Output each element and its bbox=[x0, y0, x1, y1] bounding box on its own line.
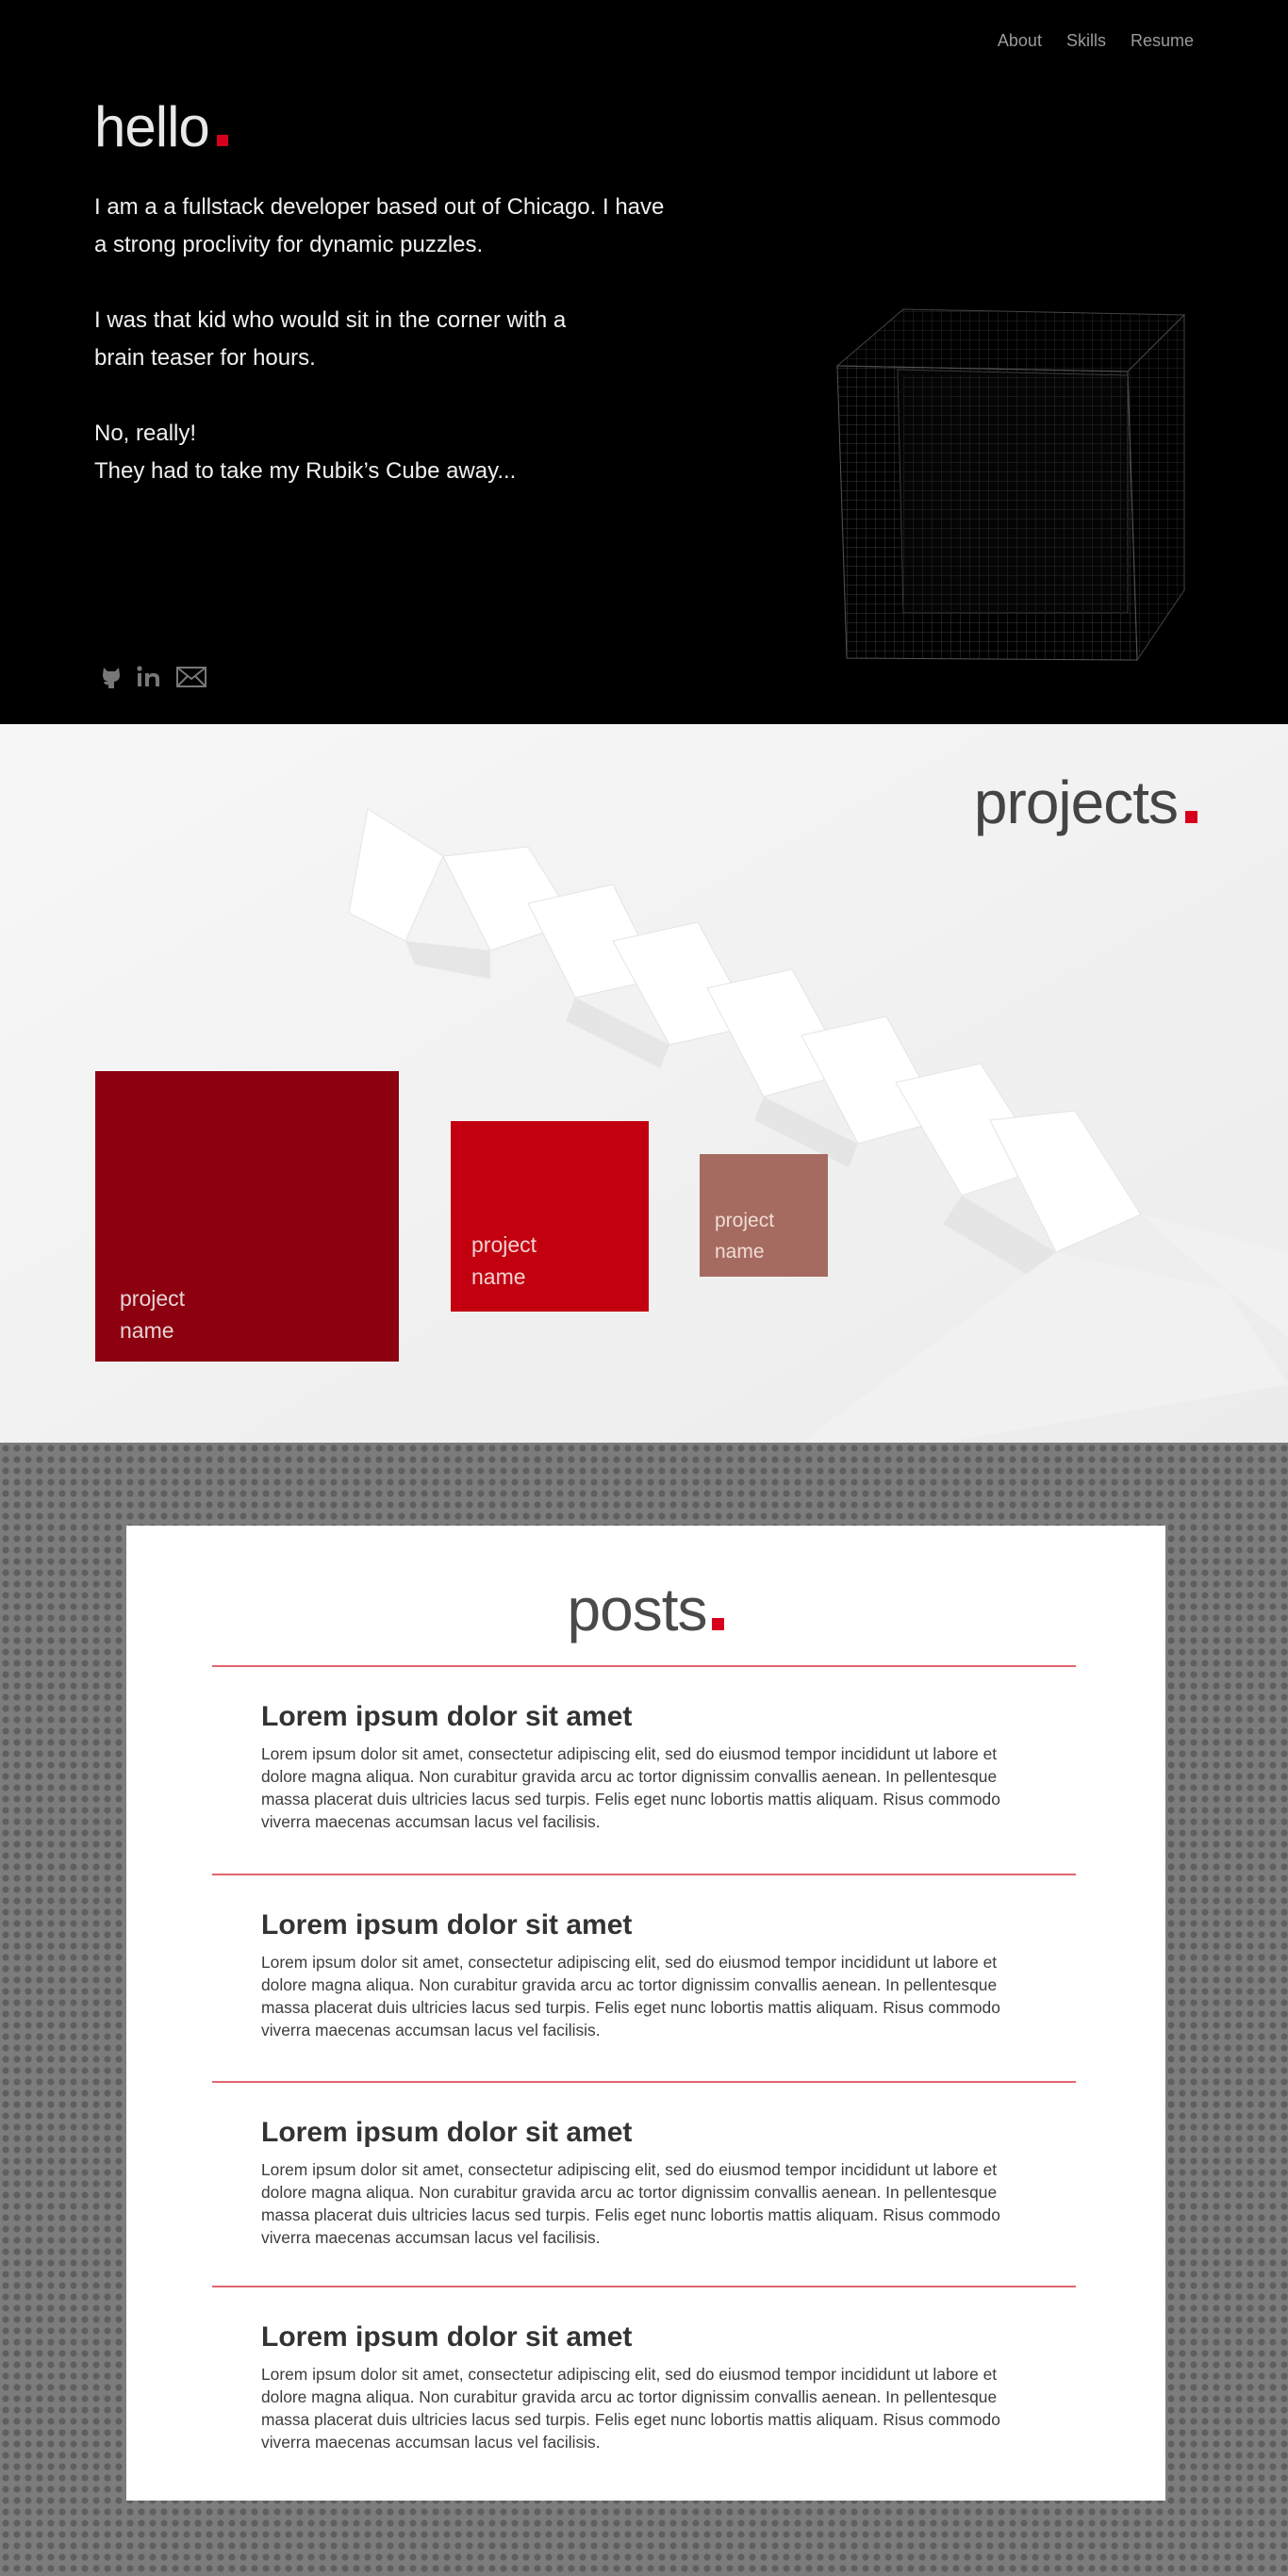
posts-title-text: posts bbox=[567, 1576, 708, 1643]
post-body: Lorem ipsum dolor sit amet, consectetur … bbox=[261, 2365, 1000, 2452]
post-item[interactable]: Lorem ipsum dolor sit amet Lorem ipsum d… bbox=[212, 1665, 1076, 1833]
project-card-medium[interactable]: project name bbox=[451, 1121, 649, 1312]
post-body: Lorem ipsum dolor sit amet, consectetur … bbox=[261, 2160, 1000, 2247]
projects-title-text: projects bbox=[973, 768, 1179, 836]
hero-intro: I am a a fullstack developer based out o… bbox=[94, 189, 717, 490]
project-card-label: project name bbox=[471, 1232, 537, 1289]
projects-title: projects bbox=[974, 768, 1197, 837]
post-item[interactable]: Lorem ipsum dolor sit amet Lorem ipsum d… bbox=[212, 2081, 1076, 2249]
hero-section: About Skills Resume hello I am a a fulls… bbox=[0, 0, 1288, 724]
nav-link-skills[interactable]: Skills bbox=[1066, 31, 1106, 51]
accent-dot bbox=[712, 1618, 725, 1630]
project-card-small[interactable]: project name bbox=[700, 1154, 828, 1277]
accent-dot bbox=[216, 135, 228, 146]
posts-section: posts Lorem ipsum dolor sit amet Lorem i… bbox=[0, 1443, 1288, 2576]
nav-link-about[interactable]: About bbox=[998, 31, 1042, 51]
nav-link-resume[interactable]: Resume bbox=[1131, 31, 1194, 51]
project-card-label: project name bbox=[120, 1286, 186, 1343]
projects-section: projects project name project name proje… bbox=[0, 724, 1288, 1443]
top-nav: About Skills Resume bbox=[998, 31, 1194, 51]
intro-paragraph-2: I was that kid who would sit in the corn… bbox=[94, 307, 567, 371]
mail-icon[interactable] bbox=[175, 665, 207, 694]
hero-title-text: hello bbox=[94, 95, 210, 158]
post-title[interactable]: Lorem ipsum dolor sit amet bbox=[261, 1909, 1076, 1941]
intro-paragraph-3: No, really! They had to take my Rubik’s … bbox=[94, 421, 517, 484]
post-body: Lorem ipsum dolor sit amet, consectetur … bbox=[261, 1744, 1000, 1831]
posts-title: posts bbox=[126, 1575, 1165, 1644]
project-card-label: project name bbox=[715, 1210, 775, 1263]
linkedin-icon[interactable] bbox=[136, 664, 164, 695]
accent-dot bbox=[1185, 811, 1197, 823]
social-links bbox=[98, 664, 207, 695]
hero-title: hello bbox=[94, 94, 228, 159]
github-icon[interactable] bbox=[98, 664, 124, 695]
intro-paragraph-1: I am a a fullstack developer based out o… bbox=[94, 194, 665, 257]
post-title[interactable]: Lorem ipsum dolor sit amet bbox=[261, 1701, 1076, 1733]
posts-card: posts Lorem ipsum dolor sit amet Lorem i… bbox=[126, 1526, 1165, 2501]
post-title[interactable]: Lorem ipsum dolor sit amet bbox=[261, 2117, 1076, 2149]
wireframe-cube-graphic bbox=[835, 308, 1186, 662]
post-body: Lorem ipsum dolor sit amet, consectetur … bbox=[261, 1953, 1000, 2039]
post-title[interactable]: Lorem ipsum dolor sit amet bbox=[261, 2321, 1076, 2353]
post-item[interactable]: Lorem ipsum dolor sit amet Lorem ipsum d… bbox=[212, 2286, 1076, 2453]
project-card-large[interactable]: project name bbox=[95, 1071, 399, 1362]
post-item[interactable]: Lorem ipsum dolor sit amet Lorem ipsum d… bbox=[212, 1874, 1076, 2041]
